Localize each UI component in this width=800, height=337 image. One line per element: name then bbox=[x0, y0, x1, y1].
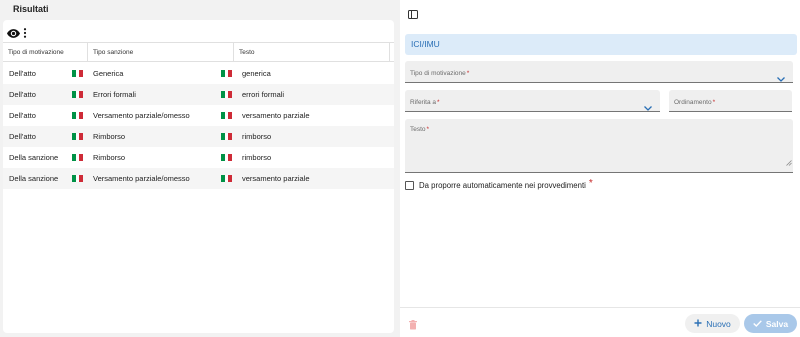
required-asterisk: * bbox=[437, 99, 440, 106]
check-icon bbox=[753, 319, 762, 329]
table-row[interactable]: Della sanzione Versamento parziale/omess… bbox=[3, 168, 394, 189]
cell-sanzione: Rimborso bbox=[93, 132, 126, 141]
trash-icon[interactable] bbox=[409, 317, 417, 335]
riferita-a-select[interactable]: Riferita a* bbox=[405, 90, 660, 112]
auto-propose-label: Da proporre automaticamente nei provvedi… bbox=[419, 181, 586, 190]
results-toolbar bbox=[7, 26, 27, 40]
table-body: Dell'atto Generica generica Dell'atto Er… bbox=[3, 63, 394, 189]
cell-sanzione: Generica bbox=[93, 69, 124, 78]
plus-icon bbox=[694, 319, 702, 329]
sidebar-toggle-icon[interactable] bbox=[408, 6, 418, 24]
required-asterisk: * bbox=[466, 70, 470, 77]
cell-sanzione: Versamento parziale/omesso bbox=[93, 111, 190, 120]
more-vert-icon[interactable] bbox=[23, 28, 27, 38]
tributo-banner: ICI/IMU bbox=[405, 34, 797, 55]
table-row[interactable]: Della sanzione Rimborso rimborso bbox=[3, 147, 394, 168]
resize-handle-icon[interactable] bbox=[786, 153, 792, 171]
chevron-down-icon[interactable] bbox=[644, 98, 652, 116]
cell-testo: rimborso bbox=[242, 132, 272, 141]
save-button[interactable]: Salva bbox=[744, 314, 797, 333]
italy-flag-icon bbox=[221, 175, 233, 182]
results-panel: Risultati Tipo di motivazione Tipo sanzi… bbox=[0, 0, 400, 337]
italy-flag-icon bbox=[221, 112, 233, 119]
tipo-motivazione-select[interactable]: Tipo di motivazione* bbox=[405, 61, 793, 83]
table-row[interactable]: Dell'atto Generica generica bbox=[3, 63, 394, 84]
cell-motivazione: Dell'atto bbox=[9, 90, 36, 99]
italy-flag-icon bbox=[72, 133, 84, 140]
new-button[interactable]: Nuovo bbox=[685, 314, 740, 333]
auto-propose-row[interactable]: Da proporre automaticamente nei provvedi… bbox=[405, 178, 593, 191]
new-button-label: Nuovo bbox=[706, 318, 731, 329]
italy-flag-icon bbox=[221, 70, 233, 77]
auto-propose-checkbox[interactable] bbox=[405, 181, 414, 190]
cell-testo: rimborso bbox=[242, 153, 272, 162]
results-card: Tipo di motivazione Tipo sanzione Testo … bbox=[3, 20, 394, 333]
eye-icon[interactable] bbox=[7, 28, 20, 38]
results-title: Risultati bbox=[13, 4, 49, 14]
column-header-testo[interactable]: Testo bbox=[234, 43, 390, 62]
cell-testo: errori formali bbox=[242, 90, 285, 99]
table-row[interactable]: Dell'atto Errori formali errori formali bbox=[3, 84, 394, 105]
table-row[interactable]: Dell'atto Versamento parziale/omesso ver… bbox=[3, 105, 394, 126]
italy-flag-icon bbox=[221, 133, 233, 140]
cell-motivazione: Dell'atto bbox=[9, 111, 36, 120]
cell-testo: versamento parziale bbox=[242, 111, 310, 120]
testo-textarea[interactable]: Testo* bbox=[405, 119, 793, 173]
table-header: Tipo di motivazione Tipo sanzione Testo bbox=[3, 42, 394, 62]
footer-divider bbox=[400, 307, 800, 308]
cell-sanzione: Errori formali bbox=[93, 90, 136, 99]
chevron-down-icon[interactable] bbox=[777, 69, 785, 87]
ordinamento-label: Ordinamento bbox=[674, 99, 712, 106]
cell-motivazione: Della sanzione bbox=[9, 174, 59, 183]
italy-flag-icon bbox=[72, 70, 84, 77]
detail-panel: ICI/IMU Tipo di motivazione* Riferita a*… bbox=[400, 0, 800, 337]
table-row[interactable]: Dell'atto Rimborso rimborso bbox=[3, 126, 394, 147]
required-asterisk: * bbox=[712, 99, 716, 106]
italy-flag-icon bbox=[72, 175, 84, 182]
tipo-motivazione-label: Tipo di motivazione bbox=[410, 70, 466, 77]
save-button-label: Salva bbox=[765, 318, 789, 329]
riferita-a-label: Riferita a bbox=[410, 99, 437, 106]
cell-sanzione: Rimborso bbox=[93, 153, 126, 162]
cell-testo: versamento parziale bbox=[242, 174, 310, 183]
italy-flag-icon bbox=[72, 91, 84, 98]
cell-motivazione: Dell'atto bbox=[9, 69, 36, 78]
cell-testo: generica bbox=[242, 69, 271, 78]
italy-flag-icon bbox=[221, 154, 233, 161]
testo-label: Testo bbox=[410, 126, 426, 133]
required-asterisk: * bbox=[588, 178, 593, 189]
italy-flag-icon bbox=[221, 91, 233, 98]
italy-flag-icon bbox=[72, 112, 84, 119]
ordinamento-field[interactable]: Ordinamento* bbox=[669, 90, 792, 112]
cell-motivazione: Della sanzione bbox=[9, 153, 59, 162]
column-header-tipo-sanzione[interactable]: Tipo sanzione bbox=[88, 43, 234, 62]
cell-motivazione: Dell'atto bbox=[9, 132, 36, 141]
column-header-tipo-motivazione[interactable]: Tipo di motivazione bbox=[3, 43, 88, 62]
required-asterisk: * bbox=[426, 126, 430, 133]
italy-flag-icon bbox=[72, 154, 84, 161]
cell-sanzione: Versamento parziale/omesso bbox=[93, 174, 190, 183]
